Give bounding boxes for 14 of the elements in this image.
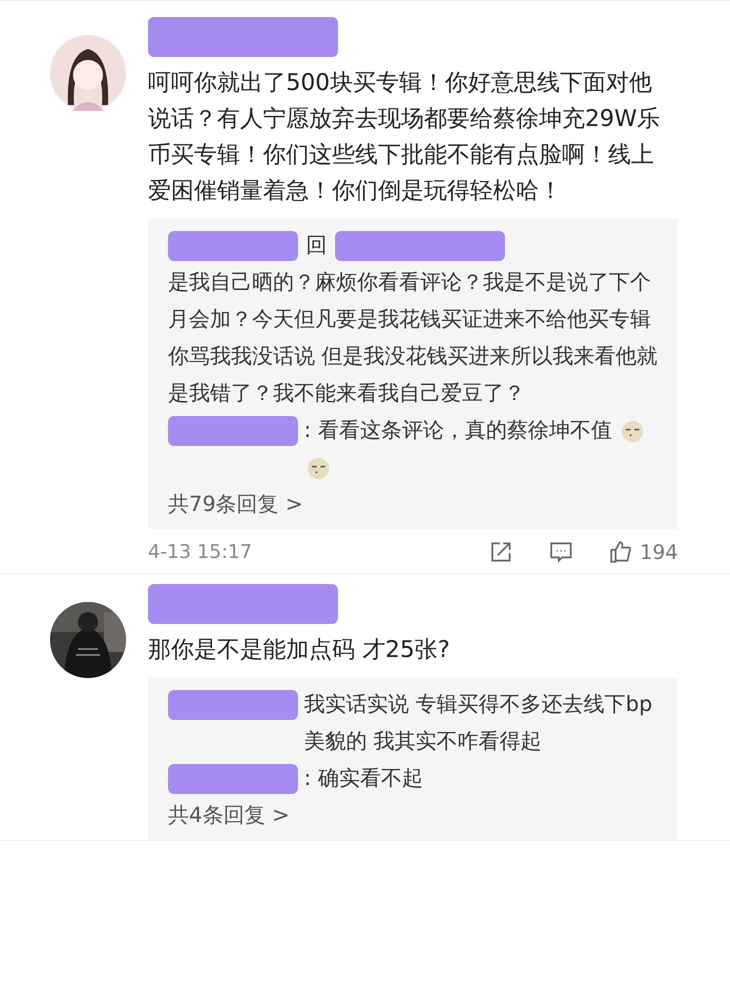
emoji-icon — [621, 420, 644, 443]
reply-count-link[interactable]: 共79条回复 > — [168, 486, 303, 523]
reply-label: 回 — [306, 232, 327, 259]
reply-text: 是我自己晒的？麻烦你看看评论？我是不是说了下个月会加？今天但凡要是我花钱买证进来不给他买专辑你骂我我没话说 但是我没花钱买进来所以我来看他就是我错了？我不能来看我自己爱豆了？ — [168, 270, 658, 405]
comment-text: 呵呵你就出了500块买专辑！你好意思线下面对他说话？有人宁愿放弃去现场都要给蔡徐坤充29W乐币买专辑！你们这些线下批能不能有点脸啊！线上爱困催销量着急！你们倒是玩得轻松哈！ — [148, 69, 662, 206]
like-icon[interactable] — [608, 539, 634, 565]
reply-text: 我实话实说 专辑买得不多还去线下bp美貌的 我其实不咋看得起 — [304, 692, 652, 753]
emoji-icon — [307, 456, 330, 480]
comment-text: 那你是不是能加点码 才25张? — [148, 636, 451, 665]
reply-text: : 看看这条评论，真的蔡徐坤不值 — [304, 418, 612, 442]
reply-text: : 确实看不起 — [304, 766, 423, 790]
reply-count-link[interactable]: 共4条回复 > — [168, 797, 290, 834]
timestamp: 4-13 15:17 — [148, 541, 252, 563]
like-count: 194 — [640, 540, 678, 564]
